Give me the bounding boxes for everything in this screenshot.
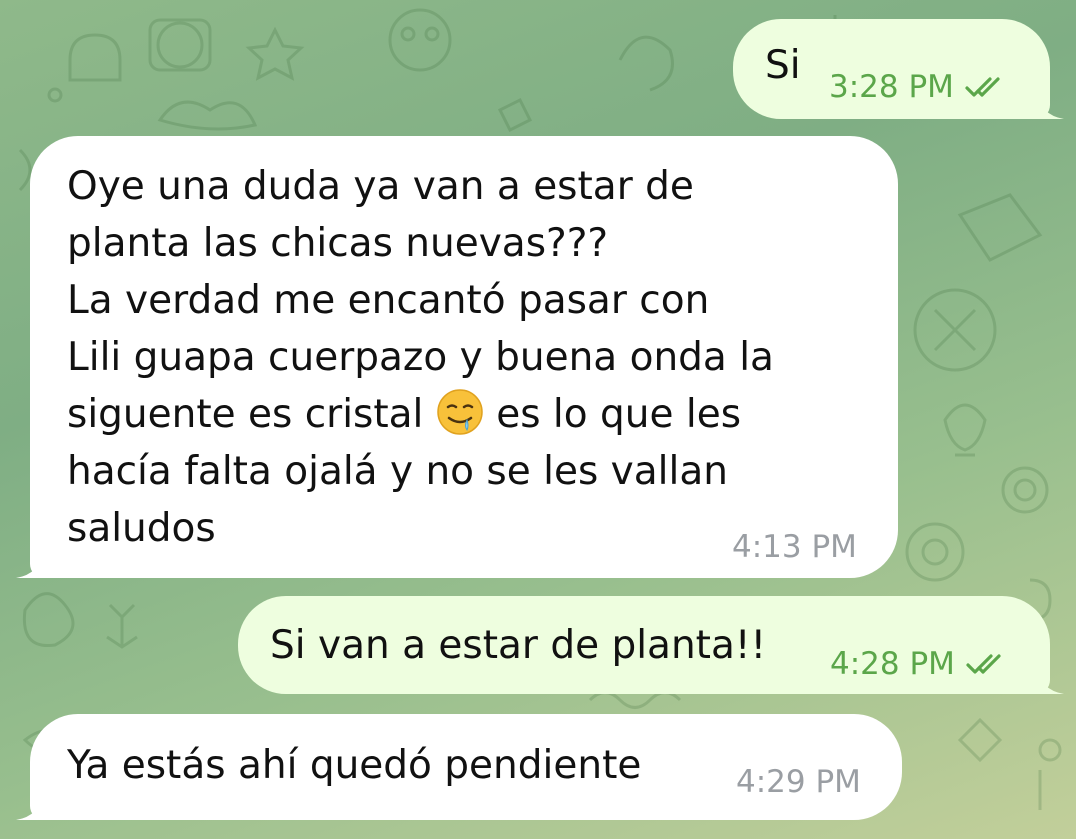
message-line: Oye una duda ya van a estar de: [67, 164, 694, 209]
message-text: Si: [765, 43, 801, 88]
message-meta: 3:28 PM: [829, 69, 1010, 105]
message-line: siguente es cristal es lo que les: [67, 386, 774, 443]
outgoing-message-bubble[interactable]: Si 3:28 PM: [733, 19, 1064, 119]
message-text: Si van a estar de planta!!: [270, 623, 767, 668]
message-line: Lili guapa cuerpazo y buena onda la: [67, 335, 774, 380]
double-check-icon: [966, 654, 1001, 674]
bubble-tail: [16, 550, 44, 578]
message-time: 4:29 PM: [736, 764, 861, 800]
bubble-tail: [1036, 666, 1064, 694]
incoming-message-bubble[interactable]: Ya estás ahí quedó pendiente 4:29 PM: [16, 714, 902, 820]
outgoing-message-bubble[interactable]: Si van a estar de planta!! 4:28 PM: [238, 596, 1064, 694]
message-line: La verdad me encantó pasar con: [67, 278, 710, 323]
double-check-icon: [965, 77, 1000, 97]
incoming-message-bubble[interactable]: Oye una duda ya van a estar de planta la…: [16, 136, 898, 578]
message-line: hacía falta ojalá y no se les vallan: [67, 449, 728, 494]
message-meta: 4:13 PM: [732, 529, 857, 565]
message-line: saludos: [67, 506, 216, 551]
bubble-tail: [1036, 91, 1064, 119]
message-text: Oye una duda ya van a estar de planta la…: [67, 158, 774, 557]
message-time: 4:13 PM: [732, 529, 857, 565]
bubble-tail: [16, 792, 44, 820]
message-meta: 4:28 PM: [830, 646, 1011, 682]
message-time: 4:28 PM: [830, 646, 955, 682]
message-line: planta las chicas nuevas???: [67, 221, 609, 266]
message-text: Ya estás ahí quedó pendiente: [67, 743, 642, 788]
message-line-segment: siguente es cristal: [67, 392, 424, 437]
message-line-segment: es lo que les: [496, 392, 742, 437]
message-time: 3:28 PM: [829, 69, 954, 105]
drooling-face-emoji: [437, 389, 483, 435]
message-meta: 4:29 PM: [736, 764, 861, 800]
